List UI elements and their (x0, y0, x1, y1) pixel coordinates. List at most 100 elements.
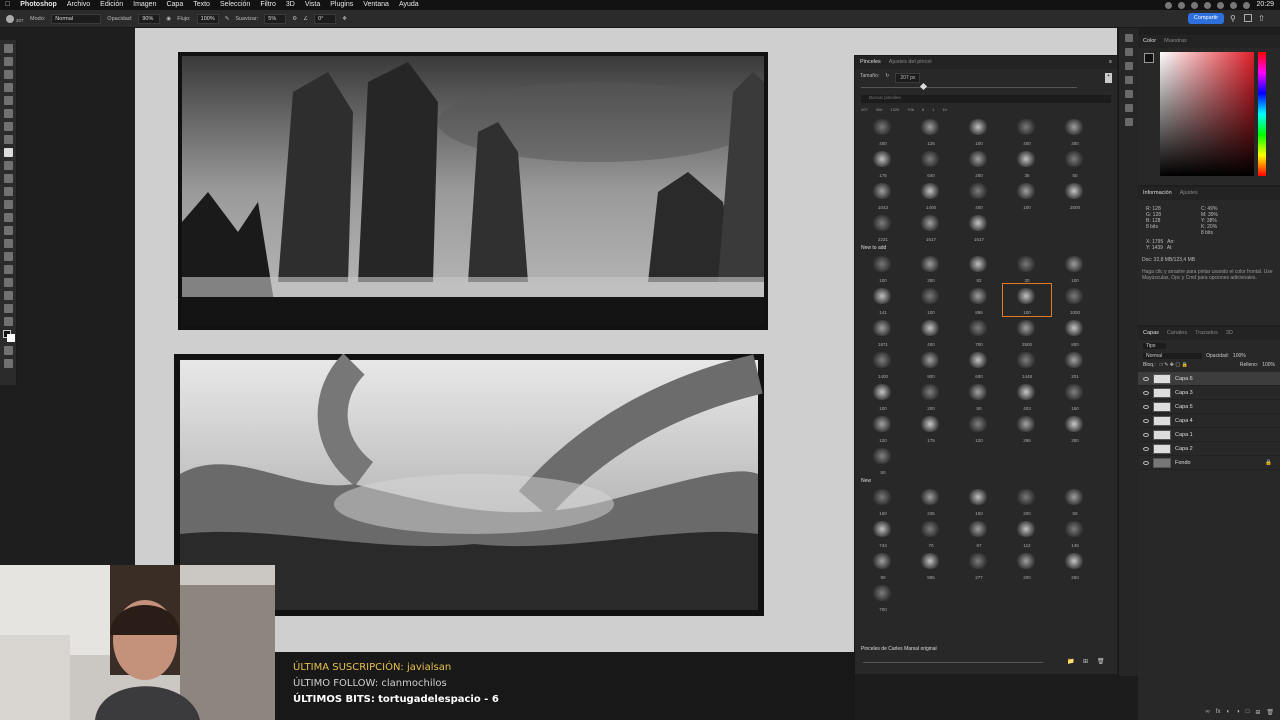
brush-preset[interactable]: 150 (1051, 380, 1099, 412)
blend-mode-select[interactable]: Normal (1143, 353, 1203, 359)
brush-preset[interactable]: 403 (1003, 380, 1051, 412)
workspace-icon[interactable] (1244, 14, 1252, 22)
recent-brush-size[interactable]: 8 (922, 107, 924, 113)
healing-tool-icon[interactable] (4, 135, 13, 144)
search-icon[interactable]: ⚲ (1230, 14, 1236, 23)
brush-preset[interactable]: 50 (1051, 485, 1099, 517)
brush-preset[interactable]: 400 (907, 316, 955, 348)
brush-preset[interactable]: 400 (955, 179, 1003, 211)
lock-icons[interactable]: □ ✎ ✥ ▢ 🔒 (1160, 362, 1188, 368)
menu-edicion[interactable]: Edición (95, 0, 128, 10)
eye-icon[interactable] (1143, 446, 1149, 451)
eye-icon[interactable] (1143, 404, 1149, 409)
eye-icon[interactable] (1143, 376, 1149, 381)
brush-preset-icon[interactable] (6, 14, 14, 23)
brush-preset[interactable]: 50 (955, 380, 1003, 412)
layer-row[interactable]: Capa 5 (1138, 400, 1280, 414)
layer-row[interactable]: Fondo 🔒 (1138, 456, 1280, 470)
new-layer-icon[interactable]: ⊞ (1255, 709, 1260, 716)
shape-tool-icon[interactable] (4, 278, 13, 287)
recent-brush-size[interactable]: 1320 (890, 107, 899, 113)
brush-preset[interactable]: 300 (907, 252, 955, 284)
tab-adjustments[interactable]: Ajustes (1180, 190, 1198, 197)
search-icon[interactable] (1243, 1, 1251, 9)
brush-preset[interactable]: 141 (859, 284, 907, 316)
tab-color[interactable]: Color (1143, 38, 1156, 45)
brush-preset[interactable]: 50 (859, 444, 907, 476)
share-icon[interactable]: ⇧ (1258, 14, 1265, 23)
brush-preset[interactable]: 200 (1003, 485, 1051, 517)
pressure-opacity-icon[interactable]: ◉ (166, 16, 171, 22)
brush-preset[interactable]: 200 (955, 147, 1003, 179)
brush-group-title[interactable]: New to add (855, 243, 1117, 252)
brush-preset[interactable]: 100 (955, 115, 1003, 147)
brush-preset[interactable]: 965 (907, 549, 955, 581)
trash-icon[interactable]: 🗑 (1097, 658, 1105, 665)
brush-preset[interactable]: 300 (1051, 412, 1099, 444)
brush-preset[interactable]: 743 (859, 517, 907, 549)
link-icon[interactable]: ∞ (1206, 709, 1210, 716)
move-tool-icon[interactable] (4, 44, 13, 53)
eyedropper-tool-icon[interactable] (4, 122, 13, 131)
new-group-icon[interactable]: 📁 (1067, 658, 1074, 665)
brush-preset[interactable]: 200 (1003, 549, 1051, 581)
brush-folder-label[interactable]: Pinceles de Carles Marsal original (855, 644, 943, 653)
pen-tool-icon[interactable] (4, 239, 13, 248)
tab-layers[interactable]: Capas (1143, 330, 1159, 337)
clone-source-icon[interactable] (1125, 76, 1133, 84)
brush-preset[interactable]: 400 (859, 115, 907, 147)
brush-settings-icon[interactable] (1125, 62, 1133, 70)
brush-preset[interactable]: 2231 (859, 211, 907, 243)
screen-mode-icon[interactable] (4, 359, 13, 368)
brush-preset[interactable]: 700 (859, 581, 907, 613)
brush-search-input[interactable]: Buscar pinceles (861, 95, 1111, 103)
brush-preset[interactable]: 70 (907, 517, 955, 549)
layer-row[interactable]: Capa 1 (1138, 428, 1280, 442)
brush-preset[interactable]: 30 (1003, 252, 1051, 284)
eraser-tool-icon[interactable] (4, 187, 13, 196)
tab-channels[interactable]: Canales (1167, 330, 1187, 337)
layer-name[interactable]: Capa 3 (1175, 390, 1193, 396)
airbrush-icon[interactable]: ✎ (225, 16, 230, 22)
brush-preset[interactable]: 1400 (859, 348, 907, 380)
brush-preset[interactable]: 201 (1051, 348, 1099, 380)
size-field[interactable]: 207 px (895, 73, 921, 83)
menu-ayuda[interactable]: Ayuda (394, 0, 424, 10)
color-picker-field[interactable] (1160, 52, 1254, 176)
brush-preset[interactable]: 100 (1051, 252, 1099, 284)
brush-preset[interactable]: 112 (1003, 517, 1051, 549)
tab-brush-settings[interactable]: Ajustes del pincel (889, 59, 932, 66)
clock[interactable]: 20:29 (1256, 0, 1274, 10)
layer-row[interactable]: Capa 6 (1138, 372, 1280, 386)
brush-preset[interactable]: 1617 (907, 211, 955, 243)
symmetry-icon[interactable]: ❖ (342, 16, 347, 22)
tab-3d[interactable]: 3D (1226, 330, 1233, 337)
tray-app-icon[interactable] (1191, 1, 1199, 9)
tray-app-icon[interactable] (1204, 1, 1212, 9)
menu-plugins[interactable]: Plugins (325, 0, 358, 10)
layer-name[interactable]: Capa 6 (1175, 376, 1193, 382)
mask-icon[interactable]: ◐ (1226, 709, 1230, 716)
zoom-tool-icon[interactable] (4, 304, 13, 313)
brush-preset[interactable]: 160 (859, 485, 907, 517)
eye-icon[interactable] (1143, 418, 1149, 423)
brush-preset[interactable]: 800 (1051, 316, 1099, 348)
recent-brush-size[interactable]: 300 (876, 107, 883, 113)
layer-row[interactable]: Capa 2 (1138, 442, 1280, 456)
menu-archivo[interactable]: Archivo (62, 0, 95, 10)
mode-select[interactable]: Normal (51, 13, 102, 24)
stamp-tool-icon[interactable] (4, 161, 13, 170)
brush-preset[interactable]: 1000 (1051, 284, 1099, 316)
brush-preset[interactable]: 175 (907, 412, 955, 444)
brush-preset[interactable]: 100 (907, 284, 955, 316)
brush-preset[interactable]: 150 (955, 485, 1003, 517)
brush-tool-icon[interactable] (4, 148, 13, 157)
filter-select[interactable]: Tipo (1143, 343, 1166, 349)
gradient-tool-icon[interactable] (4, 200, 13, 209)
layer-name[interactable]: Capa 1 (1175, 432, 1193, 438)
wifi-icon[interactable] (1217, 1, 1225, 9)
adjustment-layer-icon[interactable]: ◑ (1236, 709, 1240, 716)
brush-preset[interactable]: 175 (859, 147, 907, 179)
brush-preset[interactable]: 120 (955, 412, 1003, 444)
brush-preset[interactable]: 700 (955, 316, 1003, 348)
